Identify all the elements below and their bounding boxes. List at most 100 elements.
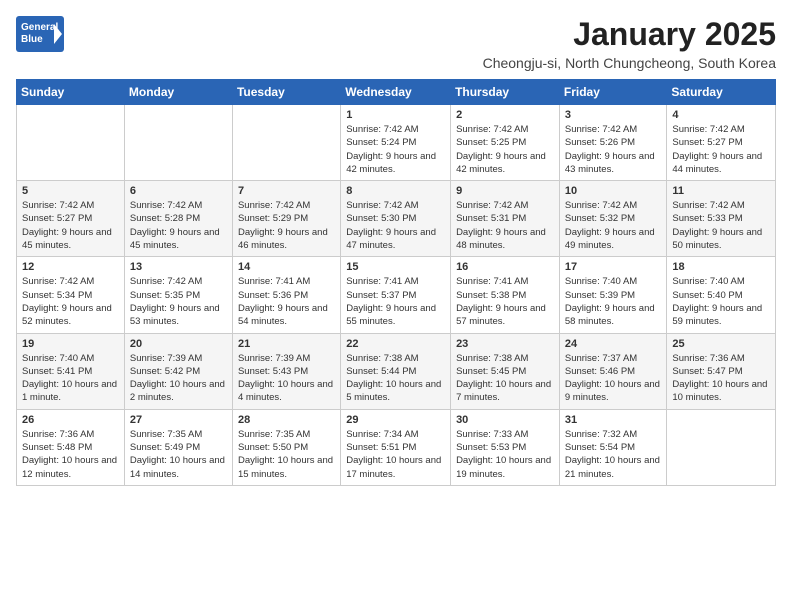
day-number: 11: [672, 185, 770, 197]
day-info: Sunrise: 7:42 AM Sunset: 5:33 PM Dayligh…: [672, 199, 770, 252]
day-number: 30: [456, 414, 554, 426]
day-number: 16: [456, 261, 554, 273]
week-row-3: 12 Sunrise: 7:42 AM Sunset: 5:34 PM Dayli…: [17, 257, 776, 333]
day-number: 3: [565, 109, 662, 121]
calendar-table: SundayMondayTuesdayWednesdayThursdayFrid…: [16, 79, 776, 486]
day-info: Sunrise: 7:38 AM Sunset: 5:44 PM Dayligh…: [346, 352, 445, 405]
week-row-4: 19 Sunrise: 7:40 AM Sunset: 5:41 PM Dayli…: [17, 333, 776, 409]
day-number: 27: [130, 414, 227, 426]
column-header-saturday: Saturday: [667, 80, 776, 105]
day-number: 1: [346, 109, 445, 121]
day-number: 5: [22, 185, 119, 197]
day-info: Sunrise: 7:40 AM Sunset: 5:39 PM Dayligh…: [565, 275, 662, 328]
calendar-cell: 27 Sunrise: 7:35 AM Sunset: 5:49 PM Dayli…: [124, 409, 232, 485]
day-info: Sunrise: 7:39 AM Sunset: 5:42 PM Dayligh…: [130, 352, 227, 405]
calendar-cell: 8 Sunrise: 7:42 AM Sunset: 5:30 PM Daylig…: [341, 181, 451, 257]
calendar-cell: 23Sunrise: 7:38 AM Sunset: 5:45 PM Dayli…: [451, 333, 560, 409]
day-number: 19: [22, 338, 119, 350]
calendar-cell: 6 Sunrise: 7:42 AM Sunset: 5:28 PM Daylig…: [124, 181, 232, 257]
calendar-cell: 10Sunrise: 7:42 AM Sunset: 5:32 PM Dayli…: [559, 181, 667, 257]
calendar-cell: 1Sunrise: 7:42 AM Sunset: 5:24 PM Daylig…: [341, 105, 451, 181]
day-info: Sunrise: 7:42 AM Sunset: 5:29 PM Dayligh…: [238, 199, 335, 252]
day-info: Sunrise: 7:40 AM Sunset: 5:40 PM Dayligh…: [672, 275, 770, 328]
day-info: Sunrise: 7:42 AM Sunset: 5:27 PM Dayligh…: [22, 199, 119, 252]
day-number: 8: [346, 185, 445, 197]
calendar-cell: 30 Sunrise: 7:33 AM Sunset: 5:53 PM Dayli…: [451, 409, 560, 485]
column-header-monday: Monday: [124, 80, 232, 105]
calendar-cell: 26 Sunrise: 7:36 AM Sunset: 5:48 PM Dayli…: [17, 409, 125, 485]
calendar-cell: 15 Sunrise: 7:41 AM Sunset: 5:37 PM Dayli…: [341, 257, 451, 333]
calendar-cell: [17, 105, 125, 181]
day-number: 24: [565, 338, 662, 350]
day-info: Sunrise: 7:34 AM Sunset: 5:51 PM Dayligh…: [346, 428, 445, 481]
day-info: Sunrise: 7:42 AM Sunset: 5:28 PM Dayligh…: [130, 199, 227, 252]
calendar-cell: 16Sunrise: 7:41 AM Sunset: 5:38 PM Dayli…: [451, 257, 560, 333]
day-number: 26: [22, 414, 119, 426]
day-info: Sunrise: 7:39 AM Sunset: 5:43 PM Dayligh…: [238, 352, 335, 405]
calendar-cell: 2 Sunrise: 7:42 AM Sunset: 5:25 PM Daylig…: [451, 105, 560, 181]
day-info: Sunrise: 7:35 AM Sunset: 5:49 PM Dayligh…: [130, 428, 227, 481]
calendar-cell: 4 Sunrise: 7:42 AM Sunset: 5:27 PM Daylig…: [667, 105, 776, 181]
calendar-cell: 20 Sunrise: 7:39 AM Sunset: 5:42 PM Dayli…: [124, 333, 232, 409]
day-number: 18: [672, 261, 770, 273]
day-number: 15: [346, 261, 445, 273]
day-number: 2: [456, 109, 554, 121]
day-info: Sunrise: 7:35 AM Sunset: 5:50 PM Dayligh…: [238, 428, 335, 481]
day-number: 28: [238, 414, 335, 426]
day-number: 9: [456, 185, 554, 197]
calendar-cell: [232, 105, 340, 181]
calendar-cell: 11 Sunrise: 7:42 AM Sunset: 5:33 PM Dayli…: [667, 181, 776, 257]
calendar-cell: 29Sunrise: 7:34 AM Sunset: 5:51 PM Dayli…: [341, 409, 451, 485]
page-title: January 2025: [483, 16, 776, 53]
column-header-friday: Friday: [559, 80, 667, 105]
column-header-sunday: Sunday: [17, 80, 125, 105]
day-info: Sunrise: 7:40 AM Sunset: 5:41 PM Dayligh…: [22, 352, 119, 405]
page-header: General Blue January 2025 Cheongju-si, N…: [16, 16, 776, 71]
column-header-thursday: Thursday: [451, 80, 560, 105]
calendar-cell: 21 Sunrise: 7:39 AM Sunset: 5:43 PM Dayli…: [232, 333, 340, 409]
logo-icon: General Blue: [16, 16, 64, 52]
column-header-tuesday: Tuesday: [232, 80, 340, 105]
day-number: 7: [238, 185, 335, 197]
day-info: Sunrise: 7:42 AM Sunset: 5:30 PM Dayligh…: [346, 199, 445, 252]
day-info: Sunrise: 7:42 AM Sunset: 5:35 PM Dayligh…: [130, 275, 227, 328]
day-number: 13: [130, 261, 227, 273]
day-info: Sunrise: 7:36 AM Sunset: 5:48 PM Dayligh…: [22, 428, 119, 481]
day-info: Sunrise: 7:32 AM Sunset: 5:54 PM Dayligh…: [565, 428, 662, 481]
column-header-wednesday: Wednesday: [341, 80, 451, 105]
calendar-cell: 25 Sunrise: 7:36 AM Sunset: 5:47 PM Dayli…: [667, 333, 776, 409]
day-info: Sunrise: 7:41 AM Sunset: 5:36 PM Dayligh…: [238, 275, 335, 328]
calendar-cell: 5 Sunrise: 7:42 AM Sunset: 5:27 PM Daylig…: [17, 181, 125, 257]
calendar-body: 1Sunrise: 7:42 AM Sunset: 5:24 PM Daylig…: [17, 105, 776, 486]
day-number: 25: [672, 338, 770, 350]
day-info: Sunrise: 7:41 AM Sunset: 5:37 PM Dayligh…: [346, 275, 445, 328]
calendar-cell: 17Sunrise: 7:40 AM Sunset: 5:39 PM Dayli…: [559, 257, 667, 333]
calendar-cell: 31Sunrise: 7:32 AM Sunset: 5:54 PM Dayli…: [559, 409, 667, 485]
day-info: Sunrise: 7:42 AM Sunset: 5:26 PM Dayligh…: [565, 123, 662, 176]
day-info: Sunrise: 7:38 AM Sunset: 5:45 PM Dayligh…: [456, 352, 554, 405]
day-info: Sunrise: 7:42 AM Sunset: 5:25 PM Dayligh…: [456, 123, 554, 176]
day-number: 12: [22, 261, 119, 273]
logo: General Blue: [16, 16, 64, 52]
calendar-cell: [124, 105, 232, 181]
calendar-cell: 18 Sunrise: 7:40 AM Sunset: 5:40 PM Dayli…: [667, 257, 776, 333]
calendar-cell: 7 Sunrise: 7:42 AM Sunset: 5:29 PM Daylig…: [232, 181, 340, 257]
day-number: 20: [130, 338, 227, 350]
title-area: January 2025 Cheongju-si, North Chungche…: [483, 16, 776, 71]
day-number: 21: [238, 338, 335, 350]
calendar-header-row: SundayMondayTuesdayWednesdayThursdayFrid…: [17, 80, 776, 105]
day-info: Sunrise: 7:36 AM Sunset: 5:47 PM Dayligh…: [672, 352, 770, 405]
calendar-cell: 9Sunrise: 7:42 AM Sunset: 5:31 PM Daylig…: [451, 181, 560, 257]
calendar-cell: [667, 409, 776, 485]
calendar-cell: 3 Sunrise: 7:42 AM Sunset: 5:26 PM Daylig…: [559, 105, 667, 181]
day-info: Sunrise: 7:33 AM Sunset: 5:53 PM Dayligh…: [456, 428, 554, 481]
day-info: Sunrise: 7:37 AM Sunset: 5:46 PM Dayligh…: [565, 352, 662, 405]
day-info: Sunrise: 7:42 AM Sunset: 5:34 PM Dayligh…: [22, 275, 119, 328]
day-number: 6: [130, 185, 227, 197]
week-row-1: 1Sunrise: 7:42 AM Sunset: 5:24 PM Daylig…: [17, 105, 776, 181]
week-row-5: 26 Sunrise: 7:36 AM Sunset: 5:48 PM Dayli…: [17, 409, 776, 485]
day-number: 4: [672, 109, 770, 121]
day-info: Sunrise: 7:42 AM Sunset: 5:32 PM Dayligh…: [565, 199, 662, 252]
day-info: Sunrise: 7:42 AM Sunset: 5:27 PM Dayligh…: [672, 123, 770, 176]
calendar-cell: 28 Sunrise: 7:35 AM Sunset: 5:50 PM Dayli…: [232, 409, 340, 485]
